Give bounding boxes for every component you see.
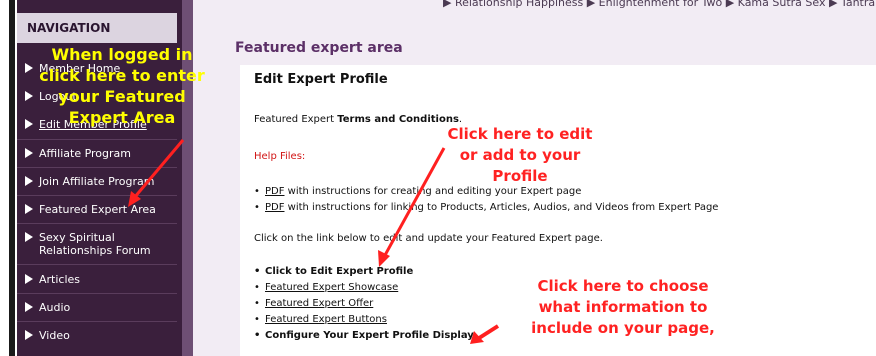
featured-expert-buttons-link[interactable]: Featured Expert Buttons	[265, 314, 387, 325]
instruction-text: Click on the link below to edit and upda…	[254, 233, 603, 244]
yellow-annotation: When logged in click here to enter your …	[39, 45, 205, 127]
triangle-right-icon	[25, 148, 33, 158]
frame-bar	[9, 0, 15, 356]
help-list: PDF with instructions for creating and e…	[254, 186, 718, 218]
triangle-right-icon	[25, 232, 33, 242]
red-annotation-edit: Click here to edit or add to your Profil…	[447, 125, 593, 185]
divider	[17, 264, 177, 265]
configure-profile-display-link[interactable]: Configure Your Expert Profile Display	[254, 330, 474, 342]
featured-expert-showcase-link[interactable]: Featured Expert Showcase	[265, 282, 398, 293]
sidebar-item-label: Video	[39, 329, 70, 342]
list-item: Featured Expert Showcase	[254, 282, 474, 294]
help-files-label: Help Files:	[254, 151, 306, 162]
divider	[17, 293, 177, 294]
window-frame	[0, 0, 17, 356]
edit-expert-profile-link[interactable]: Click to Edit Expert Profile	[254, 266, 474, 278]
triangle-right-icon	[25, 274, 33, 284]
list-item: Featured Expert Offer	[254, 298, 474, 310]
pdf-link[interactable]: PDF	[265, 202, 284, 213]
sidebar-item-articles[interactable]: Articles	[25, 273, 80, 286]
triangle-right-icon	[25, 204, 33, 214]
red-annotation-configure: Click here to choose what information to…	[531, 277, 715, 337]
triangle-right-icon	[25, 330, 33, 340]
divider	[17, 139, 177, 140]
sidebar-item-label: Join Affiliate Program	[39, 175, 155, 188]
divider	[17, 223, 177, 224]
sidebar-item-label-line2: Relationships Forum	[39, 244, 151, 257]
sidebar-item-audio[interactable]: Audio	[25, 301, 70, 314]
sidebar-item-join-affiliate-program[interactable]: Join Affiliate Program	[25, 175, 155, 188]
featured-expert-offer-link[interactable]: Featured Expert Offer	[265, 298, 373, 309]
action-list: Click to Edit Expert Profile Featured Ex…	[254, 266, 474, 346]
sidebar-item-affiliate-program[interactable]: Affiliate Program	[25, 147, 131, 160]
sidebar-heading: NAVIGATION	[17, 13, 177, 43]
page-title: Featured expert area	[235, 40, 403, 56]
sidebar-item-forum[interactable]: Sexy Spiritual Relationships Forum	[25, 231, 151, 257]
divider	[17, 195, 177, 196]
top-breadcrumb[interactable]: ▶ Relationship Happiness ▶ Enlightenment…	[443, 0, 875, 9]
sidebar-item-featured-expert-area[interactable]: Featured Expert Area	[25, 203, 156, 216]
divider	[17, 321, 177, 322]
sidebar-item-label: Articles	[39, 273, 81, 286]
sidebar-item-label: Affiliate Program	[39, 147, 132, 160]
triangle-right-icon	[25, 176, 33, 186]
sidebar-item-video[interactable]: Video	[25, 329, 70, 342]
list-item: Featured Expert Buttons	[254, 314, 474, 326]
sidebar-item-label-line1: Sexy Spiritual	[39, 231, 115, 244]
edit-heading: Edit Expert Profile	[254, 72, 388, 87]
sidebar-item-label: Audio	[39, 301, 71, 314]
list-item: PDF with instructions for creating and e…	[254, 186, 718, 198]
pdf-link[interactable]: PDF	[265, 186, 284, 197]
triangle-right-icon	[25, 302, 33, 312]
sidebar-item-label: Featured Expert Area	[39, 203, 156, 216]
list-item: PDF with instructions for linking to Pro…	[254, 202, 718, 214]
divider	[17, 167, 177, 168]
